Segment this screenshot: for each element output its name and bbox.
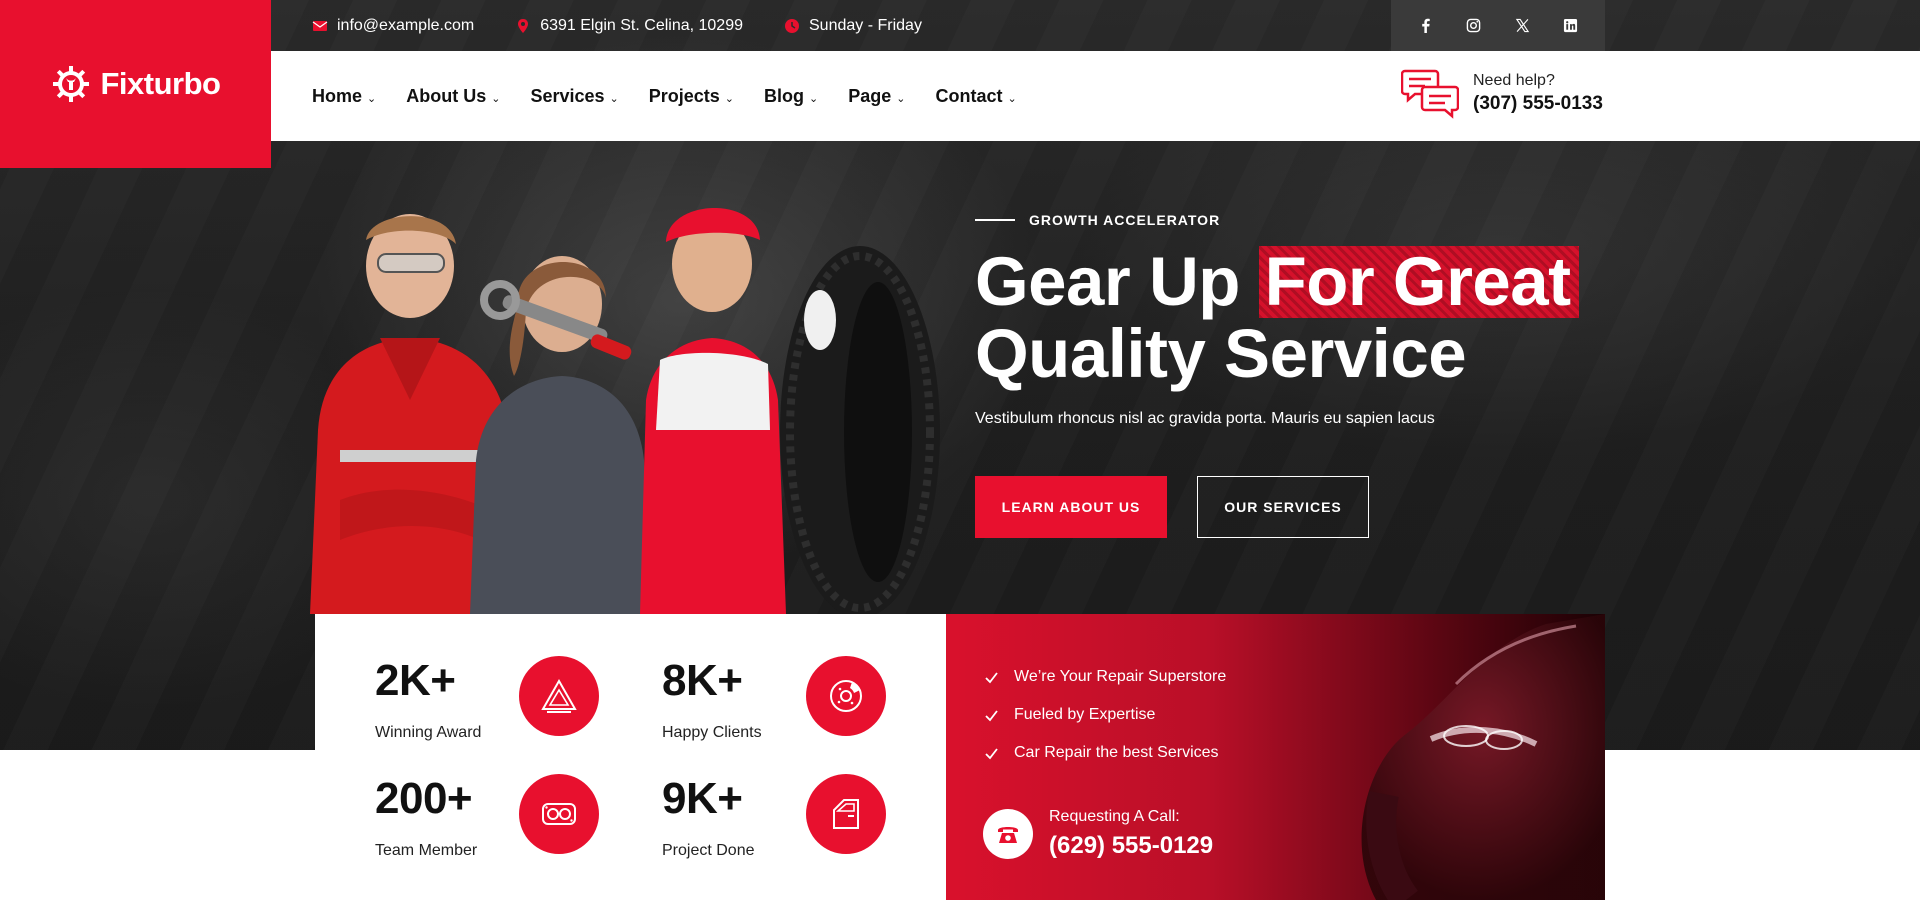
our-services-button[interactable]: OUR SERVICES [1197,476,1369,538]
email-info[interactable]: info@example.com [312,17,474,35]
feature-item: Car Repair the best Services [985,734,1226,772]
brand-name: Fixturbo [100,66,222,101]
feature-item: We’re Your Repair Superstore [985,658,1226,696]
nav-item-page[interactable]: Page ⌄ [848,86,905,107]
nav-menu: Home ⌄ About Us ⌄ Services ⌄ Projects ⌄ Blog… [312,86,1047,107]
help-label: Need help? [1473,71,1555,89]
call-label: Requesting A Call: [1049,808,1180,825]
stat-happy-clients: 8K+ Happy Clients [662,656,922,756]
email-text: info@example.com [337,16,475,34]
nav-item-blog[interactable]: Blog ⌄ [764,86,818,107]
nav-label: About Us [406,85,487,106]
warning-triangle-icon [519,656,599,736]
nav-label: Home [312,85,363,106]
nav-item-about-us[interactable]: About Us ⌄ [406,86,500,107]
chevron-down-icon: ⌄ [609,92,619,105]
nav-item-projects[interactable]: Projects ⌄ [649,86,734,107]
logo[interactable]: Fixturbo [0,0,271,168]
envelope-icon [312,20,328,31]
chevron-down-icon: ⌄ [1007,92,1017,105]
nav-label: Page [848,85,892,106]
feature-text: Fueled by Expertise [1014,706,1156,723]
phone-icon [983,809,1033,859]
hero-tagline: GROWTH ACCELERATOR [975,212,1220,228]
feature-text: We’re Your Repair Superstore [1014,668,1227,685]
hero-title: Gear Up For Great Quality Service [975,246,1615,390]
mechanics-team-image [310,207,940,614]
hero-subtitle: Vestibulum rhoncus nisl ac gravida porta… [975,410,1435,427]
gear-wrench-icon [52,66,89,102]
sports-car-image [1361,614,1605,900]
hours-info: Sunday - Friday [784,17,922,35]
help-contact[interactable]: Need help? (307) 555-0133 [1401,67,1603,119]
x-icon[interactable] [1513,17,1531,35]
stat-winning-award: 2K+ Winning Award [375,656,635,756]
main-navigation: Home ⌄ About Us ⌄ Services ⌄ Projects ⌄ Blog… [271,51,1920,141]
car-door-icon [806,774,886,854]
hero-title-part1: Gear Up [975,243,1259,320]
stat-project-done: 9K+ Project Done [662,774,922,874]
stats-card: 2K+ Winning Award 8K+ Happy Clients 200+… [315,614,946,900]
check-icon [985,747,998,759]
chevron-down-icon: ⌄ [367,92,377,105]
tagline-divider [975,219,1015,221]
address-text: 6391 Elgin St. Celina, 10299 [540,16,743,34]
stat-value: 200+ [375,774,473,823]
stat-label: Project Done [662,842,755,859]
stat-label: Winning Award [375,724,482,741]
stat-label: Happy Clients [662,724,762,741]
feature-text: Car Repair the best Services [1014,744,1219,761]
map-pin-icon [518,18,529,33]
check-icon [985,709,998,721]
facebook-icon[interactable] [1416,17,1434,35]
check-icon [985,671,998,683]
tagline-text: GROWTH ACCELERATOR [1029,212,1221,228]
chevron-down-icon: ⌄ [896,92,906,105]
features-panel: We’re Your Repair Superstore Fueled by E… [946,614,1605,900]
nav-item-contact[interactable]: Contact ⌄ [935,86,1016,107]
nav-item-home[interactable]: Home ⌄ [312,86,376,107]
hours-text: Sunday - Friday [809,16,922,34]
stat-label: Team Member [375,842,478,859]
nav-label: Blog [764,85,805,106]
linkedin-icon[interactable] [1562,17,1580,35]
nav-item-services[interactable]: Services ⌄ [530,86,618,107]
chat-bubbles-icon [1401,69,1459,119]
brake-disc-icon [806,656,886,736]
chevron-down-icon: ⌄ [491,92,501,105]
stat-value: 8K+ [662,656,743,705]
hero-title-part2: Quality Service [975,315,1467,392]
hero-title-highlight: For Great [1259,246,1579,318]
request-call[interactable]: Requesting A Call: (629) 555-0129 [983,808,1213,860]
instagram-icon[interactable] [1465,17,1483,35]
learn-about-us-button[interactable]: LEARN ABOUT US [975,476,1167,538]
top-bar: info@example.com 6391 Elgin St. Celina, … [271,0,1920,51]
nav-label: Projects [648,85,720,106]
engine-gasket-icon [519,774,599,854]
feature-list: We’re Your Repair Superstore Fueled by E… [985,658,1226,772]
stat-value: 2K+ [375,656,456,705]
call-phone[interactable]: (629) 555-0129 [1049,832,1213,860]
stat-team-member: 200+ Team Member [375,774,635,874]
help-phone[interactable]: (307) 555-0133 [1473,93,1603,115]
nav-label: Contact [935,85,1003,106]
social-links [1391,0,1605,51]
clock-icon [785,18,799,33]
chevron-down-icon: ⌄ [809,92,819,105]
stat-value: 9K+ [662,774,743,823]
feature-item: Fueled by Expertise [985,696,1226,734]
nav-label: Services [530,85,605,106]
chevron-down-icon: ⌄ [724,92,735,105]
address-info: 6391 Elgin St. Celina, 10299 [515,17,743,35]
